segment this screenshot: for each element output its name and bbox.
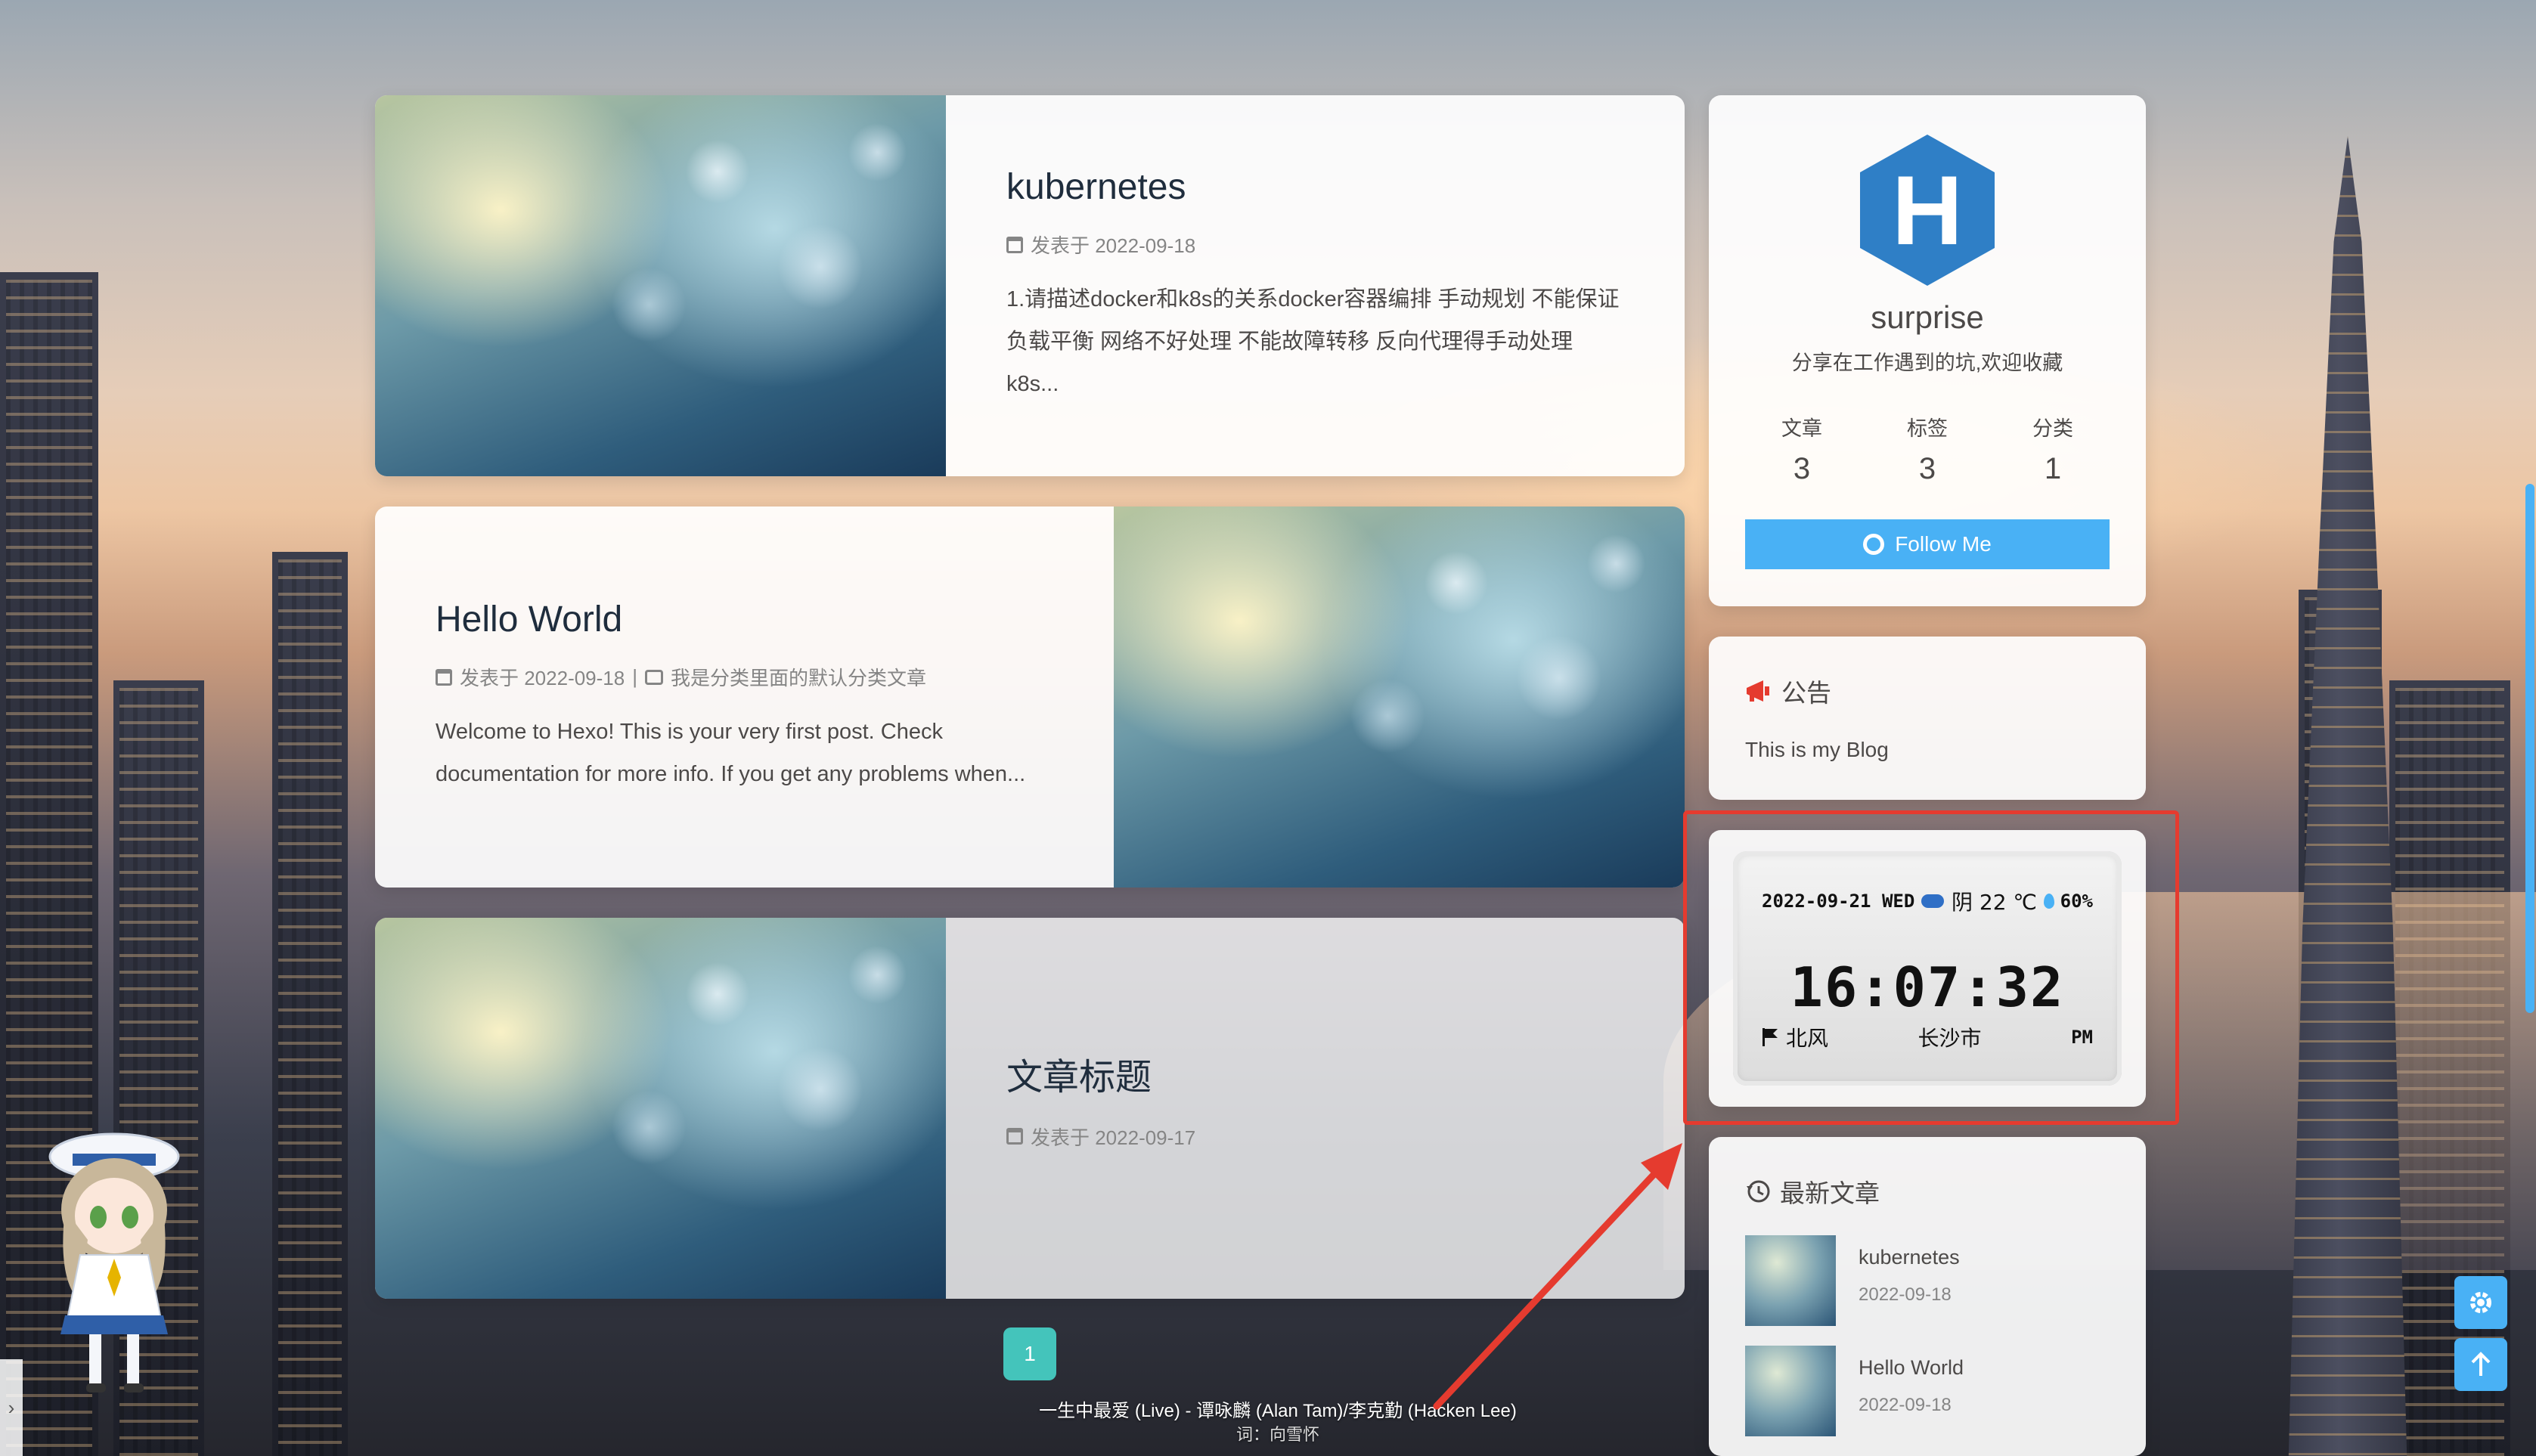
stat-label: 标签 [1907, 417, 1948, 440]
back-to-top-button[interactable] [2454, 1338, 2507, 1391]
announcement-content: This is my Blog [1745, 738, 1889, 761]
live2d-mascot[interactable] [42, 1126, 186, 1395]
stat-categories[interactable]: 分类 1 [1990, 412, 2116, 486]
calendar-icon [436, 668, 452, 686]
bullhorn-icon [1747, 680, 1769, 702]
page-scrollbar[interactable] [2525, 484, 2534, 1013]
follow-label: Follow Me [1895, 532, 1992, 556]
hexo-logo-letter: H [1892, 155, 1963, 265]
stat-articles[interactable]: 文章 3 [1739, 412, 1865, 486]
history-icon [1747, 1180, 1770, 1203]
post-cover-image[interactable] [375, 918, 946, 1299]
post-title[interactable]: kubernetes [1006, 166, 1624, 208]
announcement-card: 公告 This is my Blog [1709, 637, 2146, 800]
follow-me-button[interactable]: Follow Me [1745, 519, 2110, 569]
background-building [272, 552, 348, 1456]
recent-post-thumbnail[interactable] [1745, 1235, 1836, 1326]
post-title[interactable]: Hello World [436, 599, 1053, 640]
inbox-icon [645, 669, 663, 685]
music-lyric: 词：向雪怀 [1235, 1425, 1319, 1444]
annotation-arrow [1433, 1143, 1682, 1410]
recent-post-title[interactable]: Hello World [1859, 1356, 1964, 1380]
post-category[interactable]: 我是分类里面的默认分类文章 [671, 663, 926, 691]
gear-icon [2470, 1292, 2491, 1313]
announcement-heading: 公告 [1745, 673, 2110, 709]
arrow-up-icon [2471, 1352, 2491, 1376]
post-cover-image[interactable] [1114, 507, 1685, 888]
recent-post-title[interactable]: kubernetes [1859, 1246, 1960, 1269]
weather-humidity: 60% [2060, 891, 2093, 912]
stat-value: 3 [1793, 452, 1811, 485]
stat-tags[interactable]: 标签 3 [1865, 412, 1990, 486]
post-date: 发表于 2022-09-18 [460, 667, 625, 689]
weather-wind: 北风 [1786, 1026, 1829, 1051]
recent-posts-title: 最新文章 [1780, 1179, 1880, 1207]
clock-ampm: PM [2071, 1027, 2093, 1048]
announcement-title: 公告 [1781, 679, 1831, 707]
weather-clock-card: 2022-09-21 WED 阴 22 ℃ 60% 16:07:32 北风 长沙… [1709, 830, 2146, 1107]
cloud-icon [1921, 894, 1945, 908]
weather-city: 长沙市 [1918, 1026, 1982, 1051]
post-card-hello-world[interactable]: Hello World 发表于 2022-09-18 | 我是分类里面的默认分类… [375, 507, 1685, 888]
post-title[interactable]: 文章标题 [1006, 1047, 1624, 1100]
recent-post-date: 2022-09-18 [1859, 1284, 1952, 1305]
weather-clock-widget: 2022-09-21 WED 阴 22 ℃ 60% 16:07:32 北风 长沙… [1733, 851, 2122, 1086]
weather-condition: 阴 22 ℃ [1952, 890, 2037, 915]
post-cover-image[interactable] [375, 95, 946, 476]
post-meta: 发表于 2022-09-18 [1006, 231, 1624, 259]
post-date: 发表于 2022-09-17 [1031, 1126, 1196, 1149]
recent-posts-heading: 最新文章 [1745, 1173, 2110, 1210]
calendar-icon [1006, 1128, 1023, 1145]
post-card-kubernetes[interactable]: kubernetes 发表于 2022-09-18 1.请描述docker和k8… [375, 95, 1685, 476]
meta-separator: | [632, 665, 637, 688]
settings-button[interactable] [2454, 1276, 2507, 1329]
calendar-icon [1006, 236, 1023, 253]
sidebar-toggle-chevron-icon[interactable]: › [0, 1359, 23, 1456]
recent-post-item[interactable]: Hello World 2022-09-18 [1745, 1346, 2110, 1436]
post-date: 发表于 2022-09-18 [1031, 234, 1196, 257]
github-icon [1863, 534, 1885, 555]
stat-label: 分类 [2032, 417, 2073, 440]
stat-label: 文章 [1781, 417, 1822, 440]
author-description: 分享在工作遇到的坑,欢迎收藏 [1791, 352, 2063, 374]
hexo-logo[interactable]: H [1860, 135, 1995, 286]
recent-post-date: 2022-09-18 [1859, 1395, 1952, 1415]
stat-value: 1 [2044, 452, 2062, 485]
post-meta: 发表于 2022-09-18 | 我是分类里面的默认分类文章 [436, 663, 1053, 691]
stat-value: 3 [1918, 452, 1936, 485]
author-stats: 文章 3 标签 3 分类 1 [1709, 412, 2146, 486]
author-card: H surprise 分享在工作遇到的坑,欢迎收藏 文章 3 标签 3 分类 1… [1709, 95, 2146, 606]
clock-time: 16:07:32 [1790, 956, 2065, 1019]
pagination-page-current[interactable]: 1 [1003, 1327, 1056, 1380]
post-excerpt: Welcome to Hexo! This is your very first… [436, 720, 1026, 786]
recent-post-item[interactable]: kubernetes 2022-09-18 [1745, 1235, 2110, 1326]
water-drop-icon [2043, 894, 2054, 909]
flag-icon [1762, 1028, 1778, 1046]
author-name: surprise [1871, 299, 1984, 335]
post-excerpt: 1.请描述docker和k8s的关系docker容器编排 手动规划 不能保证负载… [1006, 287, 1620, 396]
weather-date: 2022-09-21 WED [1762, 891, 1915, 912]
